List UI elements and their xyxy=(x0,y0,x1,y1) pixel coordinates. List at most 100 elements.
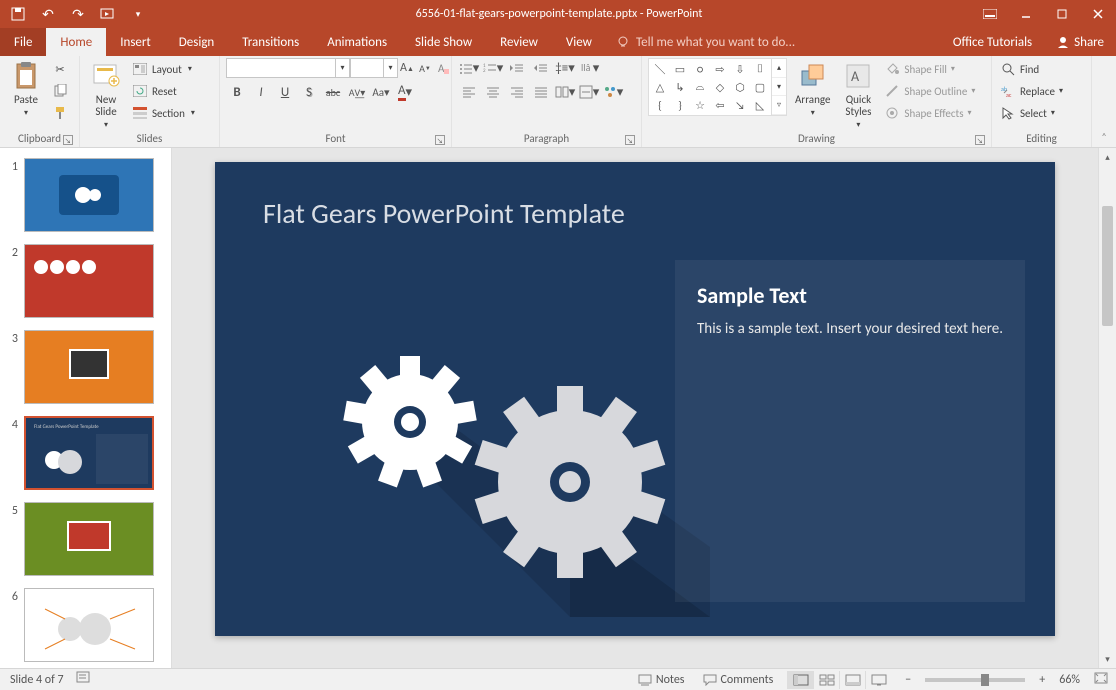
arrow-down-shape-icon[interactable]: ⇩ xyxy=(731,61,749,77)
fit-to-window-button[interactable] xyxy=(1090,672,1112,688)
slide-thumbnail-panel[interactable]: 1 2 3 4Flat Gears PowerPoint Template 5 … xyxy=(0,148,172,668)
font-size-dropdown[interactable]: ▾ xyxy=(384,58,398,78)
scroll-thumb[interactable] xyxy=(1102,206,1113,326)
increase-font-button[interactable]: A▲ xyxy=(398,58,416,78)
reading-view-button[interactable] xyxy=(839,671,865,689)
paste-button[interactable]: Paste ▾ xyxy=(6,58,46,120)
underline-button[interactable]: U xyxy=(274,82,296,102)
rounded-rect-shape-icon[interactable]: ▢ xyxy=(751,79,769,95)
zoom-slider-thumb[interactable] xyxy=(981,674,989,686)
star-shape-icon[interactable]: ☆ xyxy=(691,97,709,113)
zoom-out-button[interactable]: − xyxy=(901,673,915,687)
tab-review[interactable]: Review xyxy=(486,28,552,56)
oval-shape-icon[interactable]: ○ xyxy=(691,61,709,77)
textbox-shape-icon[interactable]: ⌷ xyxy=(751,61,769,77)
clear-formatting-button[interactable]: A xyxy=(434,58,452,78)
section-button[interactable]: Section▾ xyxy=(130,104,197,122)
tab-animations[interactable]: Animations xyxy=(313,28,401,56)
slide-sorter-view-button[interactable] xyxy=(813,671,839,689)
shapes-scroll-up[interactable]: ▴ xyxy=(772,59,786,78)
text-direction-button[interactable]: llâ▾ xyxy=(578,58,600,78)
clipboard-dialog-launcher[interactable]: ↘ xyxy=(63,135,73,145)
normal-view-button[interactable] xyxy=(787,671,813,689)
tab-transitions[interactable]: Transitions xyxy=(228,28,313,56)
decrease-indent-button[interactable] xyxy=(506,58,528,78)
font-name-dropdown[interactable]: ▾ xyxy=(336,58,350,78)
triangle-shape-icon[interactable]: △ xyxy=(651,79,669,95)
shapes-more[interactable]: ▿ xyxy=(772,96,786,115)
italic-button[interactable]: I xyxy=(250,82,272,102)
decrease-font-button[interactable]: A▼ xyxy=(416,58,434,78)
copy-button[interactable] xyxy=(50,82,70,100)
font-color-button[interactable]: A▾ xyxy=(394,82,416,102)
slide-thumbnail-1[interactable] xyxy=(24,158,154,232)
shapes-gallery[interactable]: ＼ ▭ ○ ⇨ ⇩ ⌷ △ ↳ ⌓ ◇ ⬡ ▢ { } ☆ ⇦ ↘ xyxy=(648,58,772,116)
justify-button[interactable] xyxy=(530,82,552,102)
paragraph-dialog-launcher[interactable]: ↘ xyxy=(625,135,635,145)
cut-button[interactable]: ✂ xyxy=(50,60,70,78)
block-arc-icon[interactable]: ⌓ xyxy=(691,79,709,95)
font-dialog-launcher[interactable]: ↘ xyxy=(435,135,445,145)
tab-file[interactable]: File xyxy=(0,28,46,56)
select-button[interactable]: Select▾ xyxy=(998,104,1065,122)
shapes-scroll-down[interactable]: ▾ xyxy=(772,78,786,97)
undo-icon[interactable]: ↶ xyxy=(40,6,56,22)
maximize-button[interactable] xyxy=(1044,0,1080,28)
save-icon[interactable] xyxy=(10,6,26,22)
callout-shape-icon[interactable]: ◺ xyxy=(751,97,769,113)
layout-button[interactable]: Layout▾ xyxy=(130,60,197,78)
scroll-up-button[interactable]: ▴ xyxy=(1099,148,1116,166)
close-button[interactable] xyxy=(1080,0,1116,28)
format-painter-button[interactable] xyxy=(50,104,70,122)
replace-button[interactable]: abacReplace▾ xyxy=(998,82,1065,100)
new-slide-button[interactable]: New Slide ▾ xyxy=(86,58,126,132)
arrange-button[interactable]: Arrange ▾ xyxy=(791,58,834,120)
line-spacing-button[interactable]: ‡≡▾ xyxy=(554,58,576,78)
numbering-button[interactable]: 12▾ xyxy=(482,58,504,78)
tab-home[interactable]: Home xyxy=(46,28,106,56)
elbow-connector-icon[interactable]: ↳ xyxy=(671,79,689,95)
bold-button[interactable]: B xyxy=(226,82,248,102)
change-case-button[interactable]: Aa▾ xyxy=(370,82,392,102)
char-spacing-button[interactable]: A͟V▾ xyxy=(346,82,368,102)
collapse-ribbon-icon[interactable]: ˄ xyxy=(1101,130,1106,143)
slide-thumbnail-5[interactable] xyxy=(24,502,154,576)
quick-styles-button[interactable]: A Quick Styles ▾ xyxy=(838,58,878,132)
shape-outline-button[interactable]: Shape Outline▾ xyxy=(882,82,977,100)
slideshow-view-button[interactable] xyxy=(865,671,891,689)
start-from-beginning-icon[interactable] xyxy=(100,6,116,22)
tab-design[interactable]: Design xyxy=(165,28,228,56)
qat-customize-icon[interactable]: ▾ xyxy=(130,6,146,22)
slide-thumbnail-4[interactable]: Flat Gears PowerPoint Template xyxy=(24,416,154,490)
notes-button[interactable]: Notes xyxy=(634,673,689,687)
slide-title[interactable]: Flat Gears PowerPoint Template xyxy=(263,196,625,231)
spell-check-icon[interactable] xyxy=(76,671,92,689)
zoom-slider[interactable] xyxy=(925,678,1025,682)
slide[interactable]: Flat Gears PowerPoint Template xyxy=(215,162,1055,636)
minimize-button[interactable] xyxy=(1008,0,1044,28)
slide-counter[interactable]: Slide 4 of 7 xyxy=(10,673,64,687)
line-shape-icon[interactable]: ＼ xyxy=(651,61,669,77)
drawing-dialog-launcher[interactable]: ↘ xyxy=(975,135,985,145)
reset-button[interactable]: Reset xyxy=(130,82,197,100)
scroll-track[interactable] xyxy=(1099,166,1116,650)
zoom-percentage[interactable]: 66% xyxy=(1059,673,1080,687)
tab-slideshow[interactable]: Slide Show xyxy=(401,28,486,56)
diamond-shape-icon[interactable]: ◇ xyxy=(711,79,729,95)
shape-fill-button[interactable]: Shape Fill▾ xyxy=(882,60,977,78)
comments-button[interactable]: Comments xyxy=(699,673,778,687)
vertical-scrollbar[interactable]: ▴ ▾ xyxy=(1098,148,1116,668)
strikethrough-button[interactable]: abc xyxy=(322,82,344,102)
find-button[interactable]: Find xyxy=(998,60,1065,78)
align-text-button[interactable]: ▾ xyxy=(578,82,600,102)
scroll-down-button[interactable]: ▾ xyxy=(1099,650,1116,668)
align-right-button[interactable] xyxy=(506,82,528,102)
tab-insert[interactable]: Insert xyxy=(106,28,165,56)
lbrace-shape-icon[interactable]: { xyxy=(651,97,669,113)
redo-icon[interactable]: ↷ xyxy=(70,6,86,22)
font-size-input[interactable] xyxy=(350,58,384,78)
rectangle-shape-icon[interactable]: ▭ xyxy=(671,61,689,77)
slide-thumbnail-3[interactable] xyxy=(24,330,154,404)
left-arrow-shape-icon[interactable]: ⇦ xyxy=(711,97,729,113)
ribbon-display-options-icon[interactable] xyxy=(972,0,1008,28)
